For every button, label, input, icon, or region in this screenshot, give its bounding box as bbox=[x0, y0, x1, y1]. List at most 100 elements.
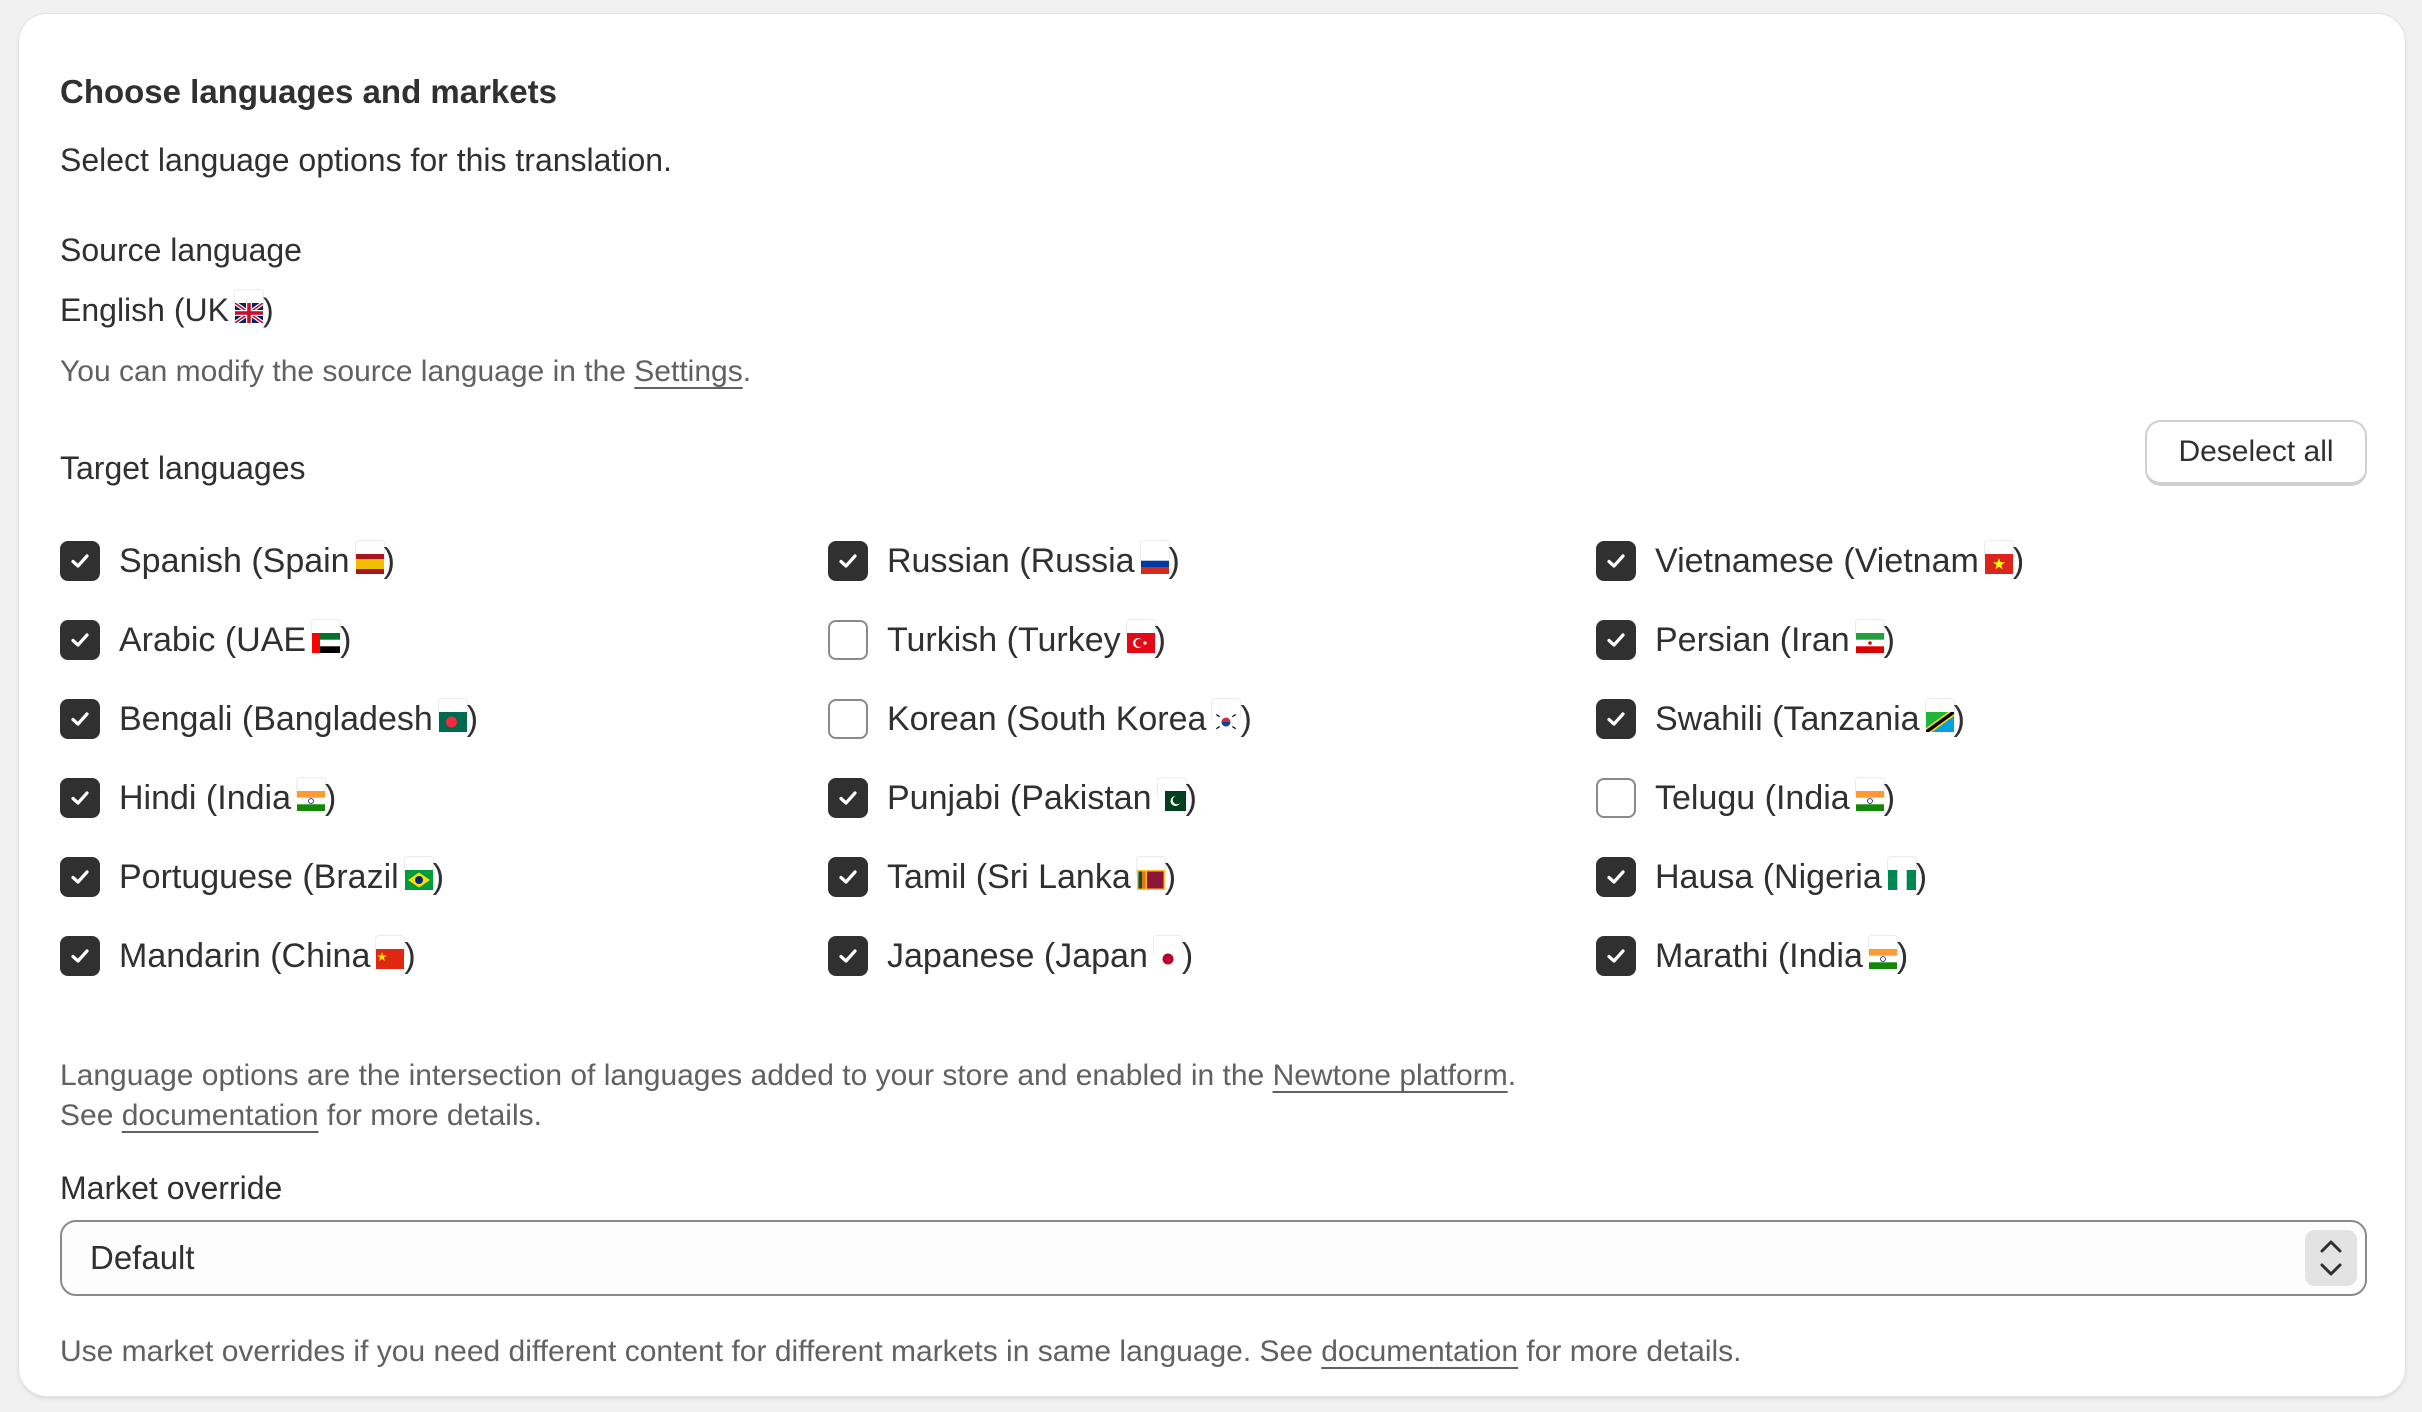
flag-tanzania-icon bbox=[1925, 699, 1954, 732]
checkmark-icon bbox=[839, 949, 857, 963]
checkmark-icon bbox=[71, 791, 89, 805]
flag-vietnam-icon bbox=[1984, 541, 2013, 574]
language-option[interactable]: Telugu (India) bbox=[1596, 776, 1895, 820]
documentation-link[interactable]: documentation bbox=[122, 1099, 319, 1132]
flag-india-icon bbox=[1868, 936, 1897, 969]
language-option[interactable]: Turkish (Turkey) bbox=[828, 618, 1166, 662]
language-label: Persian (Iran) bbox=[1655, 620, 1895, 659]
flag-india-icon bbox=[296, 778, 325, 811]
flag-russia-icon bbox=[1140, 541, 1169, 574]
languages-card: Choose languages and markets Select lang… bbox=[19, 14, 2405, 1396]
language-option[interactable]: Korean (South Korea) bbox=[828, 697, 1252, 741]
flag-pakistan-icon bbox=[1157, 778, 1186, 811]
market-override-value: Default bbox=[90, 1239, 195, 1276]
checkmark-icon bbox=[71, 712, 89, 726]
language-label: Mandarin (China) bbox=[119, 936, 416, 975]
checkbox-checked[interactable] bbox=[60, 541, 100, 581]
newtone-platform-link[interactable]: Newtone platform bbox=[1273, 1059, 1508, 1092]
select-stepper-icon[interactable] bbox=[2305, 1230, 2357, 1286]
checkbox-checked[interactable] bbox=[828, 936, 868, 976]
checkbox-checked[interactable] bbox=[60, 778, 100, 818]
target-languages-list: Spanish (Spain) Arabic (UAE) Bengali (Bang… bbox=[60, 539, 2360, 989]
flag-bangladesh-icon bbox=[438, 699, 467, 732]
checkbox-unchecked[interactable] bbox=[828, 699, 868, 739]
flag-turkey-icon bbox=[1126, 620, 1155, 653]
checkbox-checked[interactable] bbox=[1596, 936, 1636, 976]
source-language-text: English (UK bbox=[60, 292, 229, 328]
flag-brazil-icon bbox=[404, 857, 433, 890]
checkbox-checked[interactable] bbox=[60, 936, 100, 976]
flag-iran-icon bbox=[1855, 620, 1884, 653]
market-override-heading: Market override bbox=[60, 1170, 283, 1206]
checkmark-icon bbox=[1607, 870, 1625, 884]
flag-nigeria-icon bbox=[1887, 857, 1916, 890]
language-option[interactable]: Tamil (Sri Lanka) bbox=[828, 855, 1176, 899]
language-label: Marathi (India) bbox=[1655, 936, 1909, 975]
checkmark-icon bbox=[71, 870, 89, 884]
checkbox-checked[interactable] bbox=[1596, 699, 1636, 739]
source-language-note: You can modify the source language in th… bbox=[60, 355, 752, 388]
language-label: Vietnamese (Vietnam) bbox=[1655, 541, 2025, 580]
language-label: Portuguese (Brazil) bbox=[119, 857, 445, 896]
language-option[interactable]: Marathi (India) bbox=[1596, 934, 1908, 978]
checkmark-icon bbox=[1607, 633, 1625, 647]
language-option[interactable]: Vietnamese (Vietnam) bbox=[1596, 539, 2024, 583]
source-language-heading: Source language bbox=[60, 232, 302, 268]
flag-uk-icon bbox=[233, 290, 265, 325]
language-label: Arabic (UAE) bbox=[119, 620, 352, 659]
language-label: Tamil (Sri Lanka) bbox=[887, 858, 1177, 896]
language-label: Hindi (India) bbox=[119, 778, 337, 817]
checkmark-icon bbox=[1607, 949, 1625, 963]
checkmark-icon bbox=[1607, 554, 1625, 568]
checkbox-checked[interactable] bbox=[828, 778, 868, 818]
language-label: Bengali (Bangladesh) bbox=[119, 699, 479, 738]
checkmark-icon bbox=[839, 791, 857, 805]
checkmark-icon bbox=[71, 554, 89, 568]
language-option[interactable]: Bengali (Bangladesh) bbox=[60, 697, 478, 741]
deselect-all-button[interactable]: Deselect all bbox=[2145, 420, 2367, 486]
flag-spain-icon bbox=[355, 541, 384, 574]
checkbox-checked[interactable] bbox=[828, 541, 868, 581]
language-label: Spanish (Spain) bbox=[119, 541, 395, 580]
language-label: Punjabi (Pakistan) bbox=[887, 778, 1197, 817]
language-option[interactable]: Russian (Russia) bbox=[828, 539, 1180, 583]
flag-china-icon bbox=[376, 936, 405, 969]
card-subtitle: Select language options for this transla… bbox=[60, 142, 672, 178]
language-options-info-line1: Language options are the intersection of… bbox=[60, 1059, 1517, 1092]
checkbox-checked[interactable] bbox=[60, 620, 100, 660]
language-option[interactable]: Spanish (Spain) bbox=[60, 539, 395, 583]
checkbox-checked[interactable] bbox=[1596, 857, 1636, 897]
language-label: Korean (South Korea) bbox=[887, 699, 1252, 738]
language-label: Hausa (Nigeria) bbox=[1655, 857, 1928, 896]
language-option[interactable]: Arabic (UAE) bbox=[60, 618, 351, 662]
language-option[interactable]: Japanese (Japan) bbox=[828, 934, 1193, 978]
language-option[interactable]: Portuguese (Brazil) bbox=[60, 855, 444, 899]
language-option[interactable]: Hindi (India) bbox=[60, 776, 336, 820]
language-label: Russian (Russia) bbox=[887, 541, 1180, 580]
checkbox-checked[interactable] bbox=[1596, 620, 1636, 660]
market-override-help: Use market overrides if you need differe… bbox=[60, 1335, 1742, 1368]
language-option[interactable]: Punjabi (Pakistan) bbox=[828, 776, 1197, 820]
checkbox-unchecked[interactable] bbox=[828, 620, 868, 660]
language-option[interactable]: Persian (Iran) bbox=[1596, 618, 1895, 662]
flag-south-korea-icon bbox=[1212, 699, 1241, 732]
market-documentation-link[interactable]: documentation bbox=[1321, 1335, 1518, 1368]
language-option[interactable]: Mandarin (China) bbox=[60, 934, 416, 978]
language-label: Swahili (Tanzania) bbox=[1655, 699, 1965, 738]
language-option[interactable]: Hausa (Nigeria) bbox=[1596, 855, 1927, 899]
checkbox-checked[interactable] bbox=[828, 857, 868, 897]
checkbox-unchecked[interactable] bbox=[1596, 778, 1636, 818]
language-options-info-line2: See documentation for more details. bbox=[60, 1099, 542, 1132]
checkbox-checked[interactable] bbox=[1596, 541, 1636, 581]
checkmark-icon bbox=[1607, 712, 1625, 726]
flag-uae-icon bbox=[312, 620, 341, 653]
checkmark-icon bbox=[839, 870, 857, 884]
checkbox-checked[interactable] bbox=[60, 857, 100, 897]
language-option[interactable]: Swahili (Tanzania) bbox=[1596, 697, 1965, 741]
settings-link[interactable]: Settings bbox=[634, 355, 742, 388]
market-override-select[interactable]: Default bbox=[60, 1220, 2367, 1296]
checkbox-checked[interactable] bbox=[60, 699, 100, 739]
checkmark-icon bbox=[71, 633, 89, 647]
checkmark-icon bbox=[839, 554, 857, 568]
language-label: Japanese (Japan) bbox=[887, 937, 1194, 975]
